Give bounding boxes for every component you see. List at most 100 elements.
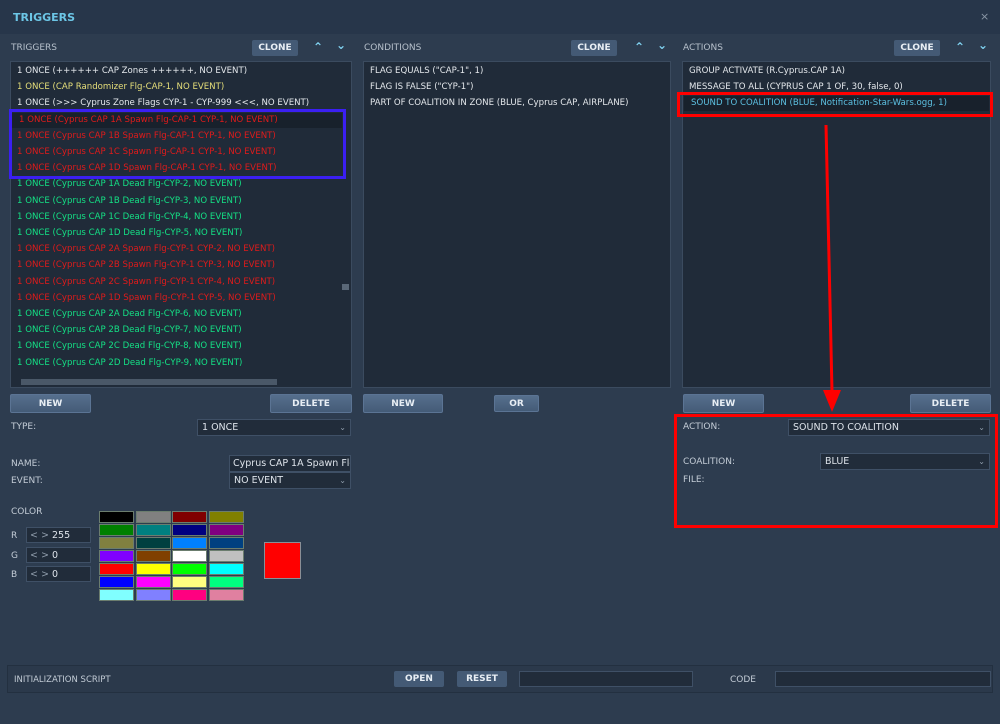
palette-swatch[interactable] [208,563,244,575]
type-dropdown[interactable]: 1 ONCE ⌄ [197,419,351,436]
palette-swatch[interactable] [172,589,207,601]
list-item[interactable]: 1 ONCE (Cyprus CAP 1B Dead Flg-CYP-3, NO… [17,194,242,209]
window-title: TRIGGERS [13,11,76,24]
g-value: 0 [51,550,59,561]
palette-swatch[interactable] [135,589,171,601]
init-script-label: INITIALIZATION SCRIPT [14,675,111,685]
horizontal-scroll-thumb[interactable] [21,379,277,385]
list-item[interactable]: 1 ONCE (Cyprus CAP 2C Dead Flg-CYP-8, NO… [17,339,242,354]
conditions-clone-button[interactable]: CLONE [571,40,617,56]
type-label: TYPE: [11,422,37,432]
conditions-move-down-icon[interactable]: ⌄ [657,38,667,52]
r-stepper[interactable]: < > 255 [26,527,91,543]
b-stepper[interactable]: < > 0 [26,566,91,582]
action-dropdown[interactable]: SOUND TO COALITION ⌄ [788,419,990,436]
list-item[interactable]: GROUP ACTIVATE (R.Cyprus.CAP 1A) [689,64,845,79]
actions-heading: ACTIONS [683,43,723,53]
highlight-box-red-action [677,92,993,117]
palette-swatch[interactable] [208,524,244,536]
list-item[interactable]: 1 ONCE (Cyprus CAP 2B Spawn Flg-CYP-1 CY… [17,258,275,273]
list-item[interactable]: 1 ONCE (Cyprus CAP 2A Dead Flg-CYP-6, NO… [17,307,242,322]
palette-swatch[interactable] [99,511,134,523]
palette-swatch[interactable] [208,576,244,588]
palette-swatch[interactable] [135,576,171,588]
palette-swatch[interactable] [208,589,244,601]
palette-swatch[interactable] [172,563,207,575]
g-label: G [11,551,18,561]
list-item[interactable]: 1 ONCE (Cyprus CAP 1C Dead Flg-CYP-4, NO… [17,210,242,225]
list-item[interactable]: 1 ONCE (CAP Randomizer Flg-CAP-1, NO EVE… [17,80,224,95]
title-bar [0,0,1000,34]
palette-swatch[interactable] [135,537,171,549]
palette-swatch[interactable] [99,576,134,588]
list-item[interactable]: FLAG IS FALSE ("CYP-1") [370,80,473,95]
palette-swatch[interactable] [99,563,134,575]
palette-swatch[interactable] [99,524,134,536]
stepper-arrows-icon[interactable]: < > [30,530,49,541]
vertical-scroll-thumb[interactable] [342,284,349,290]
list-item[interactable]: 1 ONCE (Cyprus CAP 2B Dead Flg-CYP-7, NO… [17,323,242,338]
palette-swatch[interactable] [135,511,171,523]
actions-move-down-icon[interactable]: ⌄ [978,38,988,52]
palette-swatch[interactable] [135,563,171,575]
color-preview [264,542,301,579]
init-script-input[interactable] [519,671,693,687]
action-value: SOUND TO COALITION [793,422,899,433]
list-item[interactable]: 1 ONCE (++++++ CAP Zones ++++++, NO EVEN… [17,64,247,79]
palette-swatch[interactable] [135,524,171,536]
list-item[interactable]: 1 ONCE (Cyprus CAP 1D Dead Flg-CYP-5, NO… [17,226,242,241]
code-input[interactable] [775,671,991,687]
palette-swatch[interactable] [135,550,171,562]
event-value: NO EVENT [234,475,284,486]
triggers-clone-button[interactable]: CLONE [252,40,298,56]
palette-swatch[interactable] [208,550,244,562]
color-label: COLOR [11,507,43,517]
code-label: CODE [730,675,756,685]
file-label: FILE: [683,475,705,485]
close-icon[interactable]: × [980,10,989,23]
trigger-delete-button[interactable]: DELETE [270,394,352,413]
palette-swatch[interactable] [208,511,244,523]
r-value: 255 [51,530,71,541]
condition-or-button[interactable]: OR [494,395,539,412]
palette-swatch[interactable] [99,550,134,562]
trigger-new-button[interactable]: NEW [10,394,91,413]
event-label: EVENT: [11,476,43,486]
list-item[interactable]: PART OF COALITION IN ZONE (BLUE, Cyprus … [370,96,628,111]
conditions-list[interactable]: FLAG EQUALS ("CAP-1", 1) FLAG IS FALSE ("… [363,61,671,388]
palette-swatch[interactable] [172,576,207,588]
name-input[interactable]: Cyprus CAP 1A Spawn Flg- [229,455,351,472]
chevron-down-icon: ⌄ [339,423,346,432]
action-delete-button[interactable]: DELETE [910,394,991,413]
list-item[interactable]: 1 ONCE (Cyprus CAP 1D Spawn Flg-CYP-1 CY… [17,291,276,306]
palette-swatch[interactable] [172,511,207,523]
list-item[interactable]: 1 ONCE (Cyprus CAP 2D Dead Flg-CYP-9, NO… [17,356,242,371]
triggers-move-down-icon[interactable]: ⌄ [336,38,346,52]
list-item[interactable]: FLAG EQUALS ("CAP-1", 1) [370,64,483,79]
reset-button[interactable]: RESET [457,671,507,687]
action-new-button[interactable]: NEW [683,394,764,413]
stepper-arrows-icon[interactable]: < > [30,569,49,580]
palette-swatch[interactable] [172,537,207,549]
palette-swatch[interactable] [99,589,134,601]
triggers-move-up-icon[interactable]: ⌃ [313,40,323,54]
list-item[interactable]: 1 ONCE (Cyprus CAP 2C Spawn Flg-CYP-1 CY… [17,275,275,290]
palette-swatch[interactable] [208,537,244,549]
name-label: NAME: [11,459,41,469]
coalition-dropdown[interactable]: BLUE ⌄ [820,453,990,470]
color-palette[interactable] [99,511,246,603]
event-dropdown[interactable]: NO EVENT ⌄ [229,472,351,489]
palette-swatch[interactable] [99,537,134,549]
palette-swatch[interactable] [172,524,207,536]
actions-move-up-icon[interactable]: ⌃ [955,40,965,54]
g-stepper[interactable]: < > 0 [26,547,91,563]
condition-new-button[interactable]: NEW [363,394,443,413]
conditions-heading: CONDITIONS [364,43,422,53]
open-button[interactable]: OPEN [394,671,444,687]
conditions-move-up-icon[interactable]: ⌃ [634,40,644,54]
list-item[interactable]: 1 ONCE (Cyprus CAP 1A Dead Flg-CYP-2, NO… [17,177,242,192]
actions-clone-button[interactable]: CLONE [894,40,940,56]
stepper-arrows-icon[interactable]: < > [30,550,49,561]
list-item[interactable]: 1 ONCE (Cyprus CAP 2A Spawn Flg-CYP-1 CY… [17,242,275,257]
palette-swatch[interactable] [172,550,207,562]
